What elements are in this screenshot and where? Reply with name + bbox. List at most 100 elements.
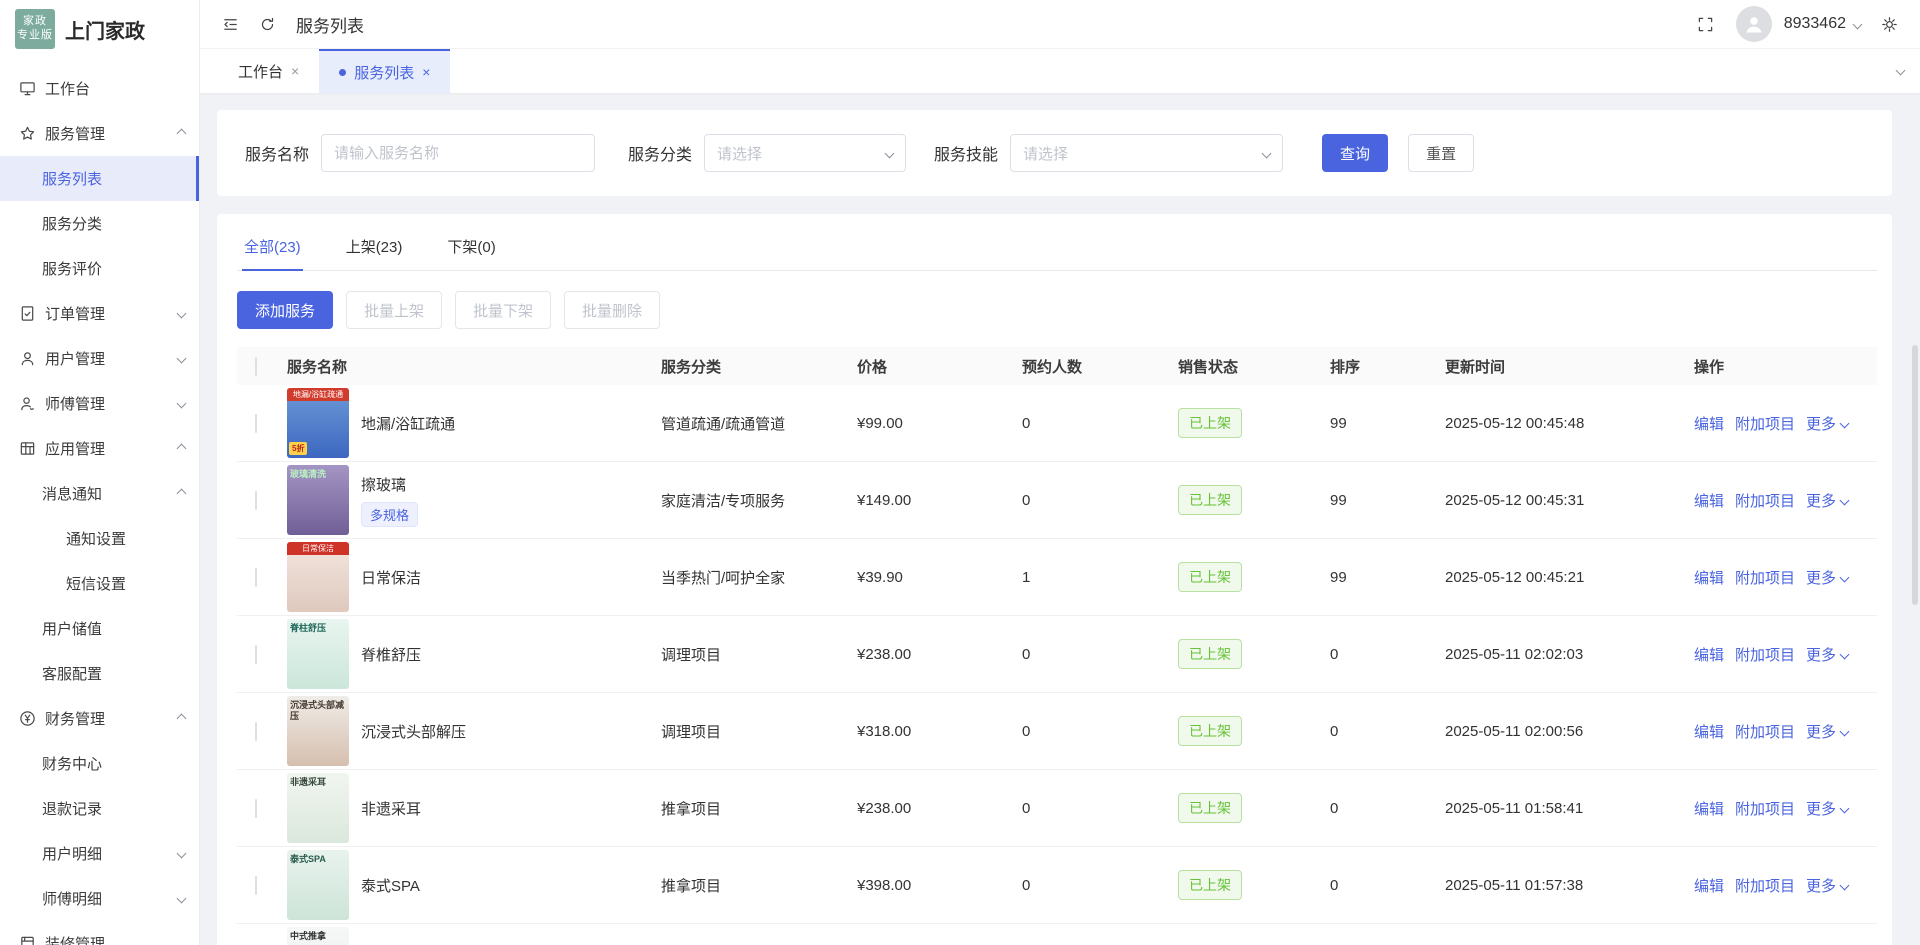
close-tab-icon[interactable]: × [291, 63, 299, 79]
thumbnail-title: 地漏/浴缸疏通 [287, 388, 349, 401]
refresh-icon[interactable] [259, 16, 276, 33]
addon-items-link[interactable]: 附加项目 [1735, 490, 1795, 511]
sidebar-item[interactable]: 用户储值 [0, 606, 199, 651]
tab-list-chevron-down-icon[interactable] [1896, 66, 1906, 76]
page-tab[interactable]: 服务列表× [319, 49, 450, 93]
sidebar-item[interactable]: 服务分类 [0, 201, 199, 246]
row-checkbox[interactable] [255, 414, 257, 433]
service-bookings: 0 [1022, 723, 1178, 740]
sidebar-item-label: 应用管理 [45, 438, 105, 459]
select-all-checkbox[interactable] [255, 357, 257, 376]
table-row: 玻璃清洗 擦玻璃 多规格 家庭清洁/专项服务 ¥149.00 0 已上架 99 … [237, 462, 1877, 539]
addon-items-link[interactable]: 附加项目 [1735, 721, 1795, 742]
edit-link[interactable]: 编辑 [1694, 490, 1724, 511]
status-tab[interactable]: 下架(0) [445, 222, 497, 270]
user-menu[interactable]: 8933462 [1784, 15, 1861, 33]
sidebar-item[interactable]: 短信设置 [0, 561, 199, 606]
grid-icon [19, 440, 36, 457]
sidebar-item-label: 师傅管理 [45, 393, 105, 414]
edit-link[interactable]: 编辑 [1694, 875, 1724, 896]
service-price: ¥318.00 [857, 723, 1022, 740]
more-link[interactable]: 更多 [1806, 798, 1848, 819]
filter-panel: 服务名称 服务分类 请选择 服务技能 请选择 查询 重置 [217, 110, 1892, 196]
thumbnail-title: 泰式SPA [287, 850, 349, 865]
thumbnail-promo-badge: 5折 [289, 442, 307, 455]
fullscreen-icon[interactable] [1697, 16, 1714, 33]
sidebar-item[interactable]: 师傅管理 [0, 381, 199, 426]
sidebar-item[interactable]: 财务中心 [0, 741, 199, 786]
batch-off-shelf-button[interactable]: 批量下架 [455, 291, 551, 329]
more-link[interactable]: 更多 [1806, 413, 1848, 434]
addon-items-link[interactable]: 附加项目 [1735, 413, 1795, 434]
row-checkbox[interactable] [255, 876, 257, 895]
row-checkbox[interactable] [255, 645, 257, 664]
row-checkbox[interactable] [255, 722, 257, 741]
reset-button[interactable]: 重置 [1408, 134, 1474, 172]
collapse-sidebar-icon[interactable] [222, 16, 239, 33]
thumbnail-title: 玻璃清洗 [287, 465, 349, 480]
service-skill-select[interactable]: 请选择 [1010, 134, 1283, 172]
addon-items-link[interactable]: 附加项目 [1735, 567, 1795, 588]
sidebar-item[interactable]: 用户管理 [0, 336, 199, 381]
service-category: 家庭清洁/专项服务 [661, 490, 857, 511]
sidebar-item-label: 短信设置 [66, 573, 126, 594]
chevron-down-icon [177, 399, 187, 409]
scrollbar-thumb[interactable] [1912, 345, 1918, 605]
sidebar-item[interactable]: 财务管理 [0, 696, 199, 741]
addon-items-link[interactable]: 附加项目 [1735, 798, 1795, 819]
edit-link[interactable]: 编辑 [1694, 644, 1724, 665]
more-link[interactable]: 更多 [1806, 721, 1848, 742]
more-link[interactable]: 更多 [1806, 644, 1848, 665]
close-tab-icon[interactable]: × [422, 64, 430, 80]
service-category: 调理项目 [661, 721, 857, 742]
star-icon [19, 125, 36, 142]
action-label: 附加项目 [1735, 798, 1795, 819]
sidebar-item[interactable]: 客服配置 [0, 651, 199, 696]
edit-link[interactable]: 编辑 [1694, 798, 1724, 819]
sidebar-item-label: 用户管理 [45, 348, 105, 369]
sidebar-item[interactable]: 用户明细 [0, 831, 199, 876]
status-tab[interactable]: 上架(23) [344, 222, 405, 270]
sidebar-item[interactable]: 服务评价 [0, 246, 199, 291]
edit-link[interactable]: 编辑 [1694, 413, 1724, 434]
sidebar-item[interactable]: 装修管理 [0, 921, 199, 945]
service-name-input[interactable] [321, 134, 595, 172]
more-link[interactable]: 更多 [1806, 567, 1848, 588]
sidebar-item[interactable]: 消息通知 [0, 471, 199, 516]
addon-items-link[interactable]: 附加项目 [1735, 875, 1795, 896]
settings-gear-icon[interactable] [1881, 16, 1898, 33]
avatar[interactable] [1736, 6, 1772, 42]
action-label: 更多 [1806, 644, 1836, 665]
edit-link[interactable]: 编辑 [1694, 567, 1724, 588]
row-actions: 编辑附加项目更多 [1694, 721, 1877, 742]
toolbar: 添加服务 批量上架 批量下架 批量删除 [237, 291, 1877, 329]
sidebar-item[interactable]: 师傅明细 [0, 876, 199, 921]
service-category-select[interactable]: 请选择 [704, 134, 906, 172]
sidebar-item-label: 用户明细 [42, 843, 102, 864]
add-service-button[interactable]: 添加服务 [237, 291, 333, 329]
service-bookings: 0 [1022, 415, 1178, 432]
edit-link[interactable]: 编辑 [1694, 721, 1724, 742]
sidebar-item[interactable]: 工作台 [0, 66, 199, 111]
sidebar-item[interactable]: 服务管理 [0, 111, 199, 156]
sidebar: 家政 专业版 上门家政 工作台服务管理服务列表服务分类服务评价订单管理用户管理师… [0, 0, 200, 945]
sidebar-item-label: 用户储值 [42, 618, 102, 639]
page-tab[interactable]: 工作台× [218, 49, 319, 93]
row-checkbox[interactable] [255, 568, 257, 587]
sidebar-item[interactable]: 通知设置 [0, 516, 199, 561]
search-button[interactable]: 查询 [1322, 134, 1388, 172]
batch-delete-button[interactable]: 批量删除 [564, 291, 660, 329]
sidebar-item[interactable]: 应用管理 [0, 426, 199, 471]
status-tab[interactable]: 全部(23) [242, 222, 303, 270]
table-header: 服务名称服务分类价格预约人数销售状态排序更新时间操作 [237, 347, 1877, 385]
sidebar-item[interactable]: 订单管理 [0, 291, 199, 336]
more-link[interactable]: 更多 [1806, 490, 1848, 511]
more-link[interactable]: 更多 [1806, 875, 1848, 896]
row-checkbox[interactable] [255, 491, 257, 510]
decorate-icon [19, 935, 36, 945]
addon-items-link[interactable]: 附加项目 [1735, 644, 1795, 665]
row-checkbox[interactable] [255, 799, 257, 818]
sidebar-item[interactable]: 服务列表 [0, 156, 199, 201]
sidebar-item[interactable]: 退款记录 [0, 786, 199, 831]
batch-on-shelf-button[interactable]: 批量上架 [346, 291, 442, 329]
